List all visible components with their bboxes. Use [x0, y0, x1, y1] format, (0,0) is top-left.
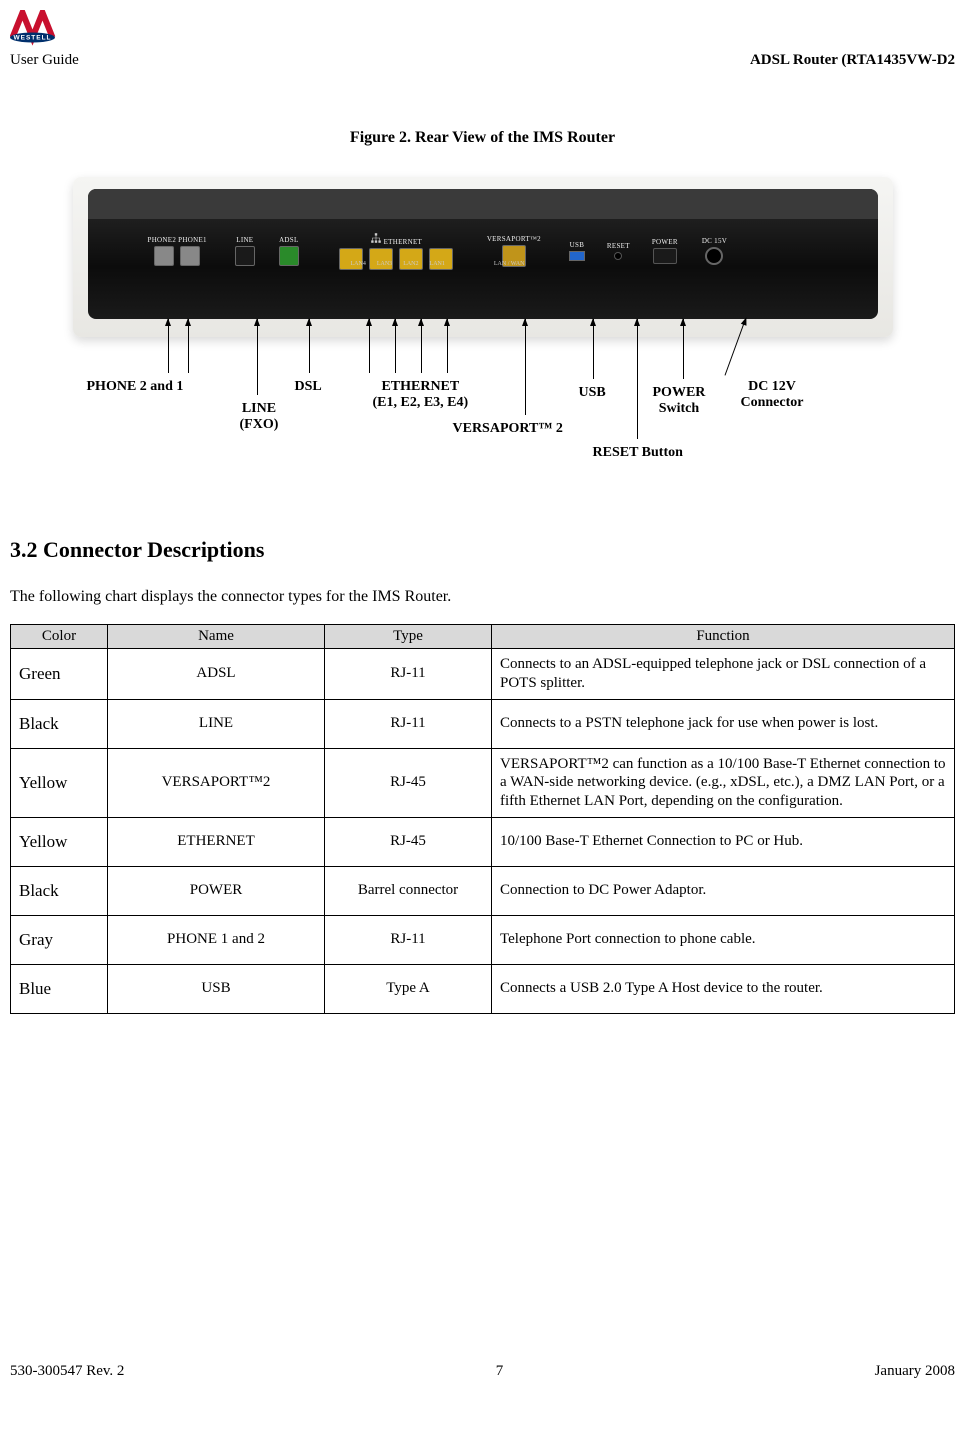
table-header-row: Color Name Type Function — [11, 625, 955, 649]
table-row: Yellow ETHERNET RJ-45 10/100 Base-T Ethe… — [11, 817, 955, 866]
callout-usb: USB — [579, 385, 606, 401]
router-rear-view-image: PHONE2 PHONE1 LINE ADSL E — [73, 177, 893, 337]
footer-right: January 2008 — [875, 1363, 955, 1380]
footer-page-number: 7 — [496, 1363, 504, 1380]
callout-line: LINE(FXO) — [240, 401, 279, 433]
logo-area: WESTELL User Guide — [10, 10, 100, 69]
section-intro: The following chart displays the connect… — [10, 588, 955, 606]
callout-phone: PHONE 2 and 1 — [87, 379, 184, 395]
callout-ethernet: ETHERNET(E1, E2, E3, E4) — [373, 379, 469, 411]
table-row: Gray PHONE 1 and 2 RJ-11 Telephone Port … — [11, 915, 955, 964]
svg-text:WESTELL: WESTELL — [13, 35, 51, 42]
callout-power: POWERSwitch — [653, 385, 706, 417]
table-header: Type — [325, 625, 492, 649]
table-row: Blue USB Type A Connects a USB 2.0 Type … — [11, 964, 955, 1013]
table-header: Name — [108, 625, 325, 649]
westell-logo-icon: WESTELL — [10, 10, 100, 50]
header-left-text: User Guide — [10, 52, 79, 69]
callout-dsl: DSL — [295, 379, 322, 395]
page-header: WESTELL User Guide ADSL Router (RTA1435V… — [10, 10, 955, 69]
ethernet-icon — [370, 232, 382, 244]
section-heading: 3.2 Connector Descriptions — [10, 537, 955, 563]
callout-reset: RESET Button — [593, 445, 683, 461]
callout-versaport: VERSAPORT™ 2 — [453, 421, 563, 437]
header-right-text: ADSL Router (RTA1435VW-D2 — [750, 52, 955, 69]
table-row: Green ADSL RJ-11 Connects to an ADSL-equ… — [11, 649, 955, 700]
table-row: Black LINE RJ-11 Connects to a PSTN tele… — [11, 699, 955, 748]
figure-callouts: PHONE 2 and 1 LINE(FXO) DSL ETHERNET(E1,… — [73, 337, 893, 467]
table-header: Color — [11, 625, 108, 649]
connector-table: Color Name Type Function Green ADSL RJ-1… — [10, 624, 955, 1014]
footer-left: 530-300547 Rev. 2 — [10, 1363, 124, 1380]
callout-dc: DC 12VConnector — [741, 379, 804, 411]
figure-area: PHONE2 PHONE1 LINE ADSL E — [73, 177, 893, 467]
table-row: Yellow VERSAPORT™2 RJ-45 VERSAPORT™2 can… — [11, 748, 955, 817]
table-header: Function — [492, 625, 955, 649]
page-footer: 530-300547 Rev. 2 7 January 2008 — [10, 1363, 955, 1380]
table-row: Black POWER Barrel connector Connection … — [11, 866, 955, 915]
figure-caption: Figure 2. Rear View of the IMS Router — [10, 129, 955, 147]
